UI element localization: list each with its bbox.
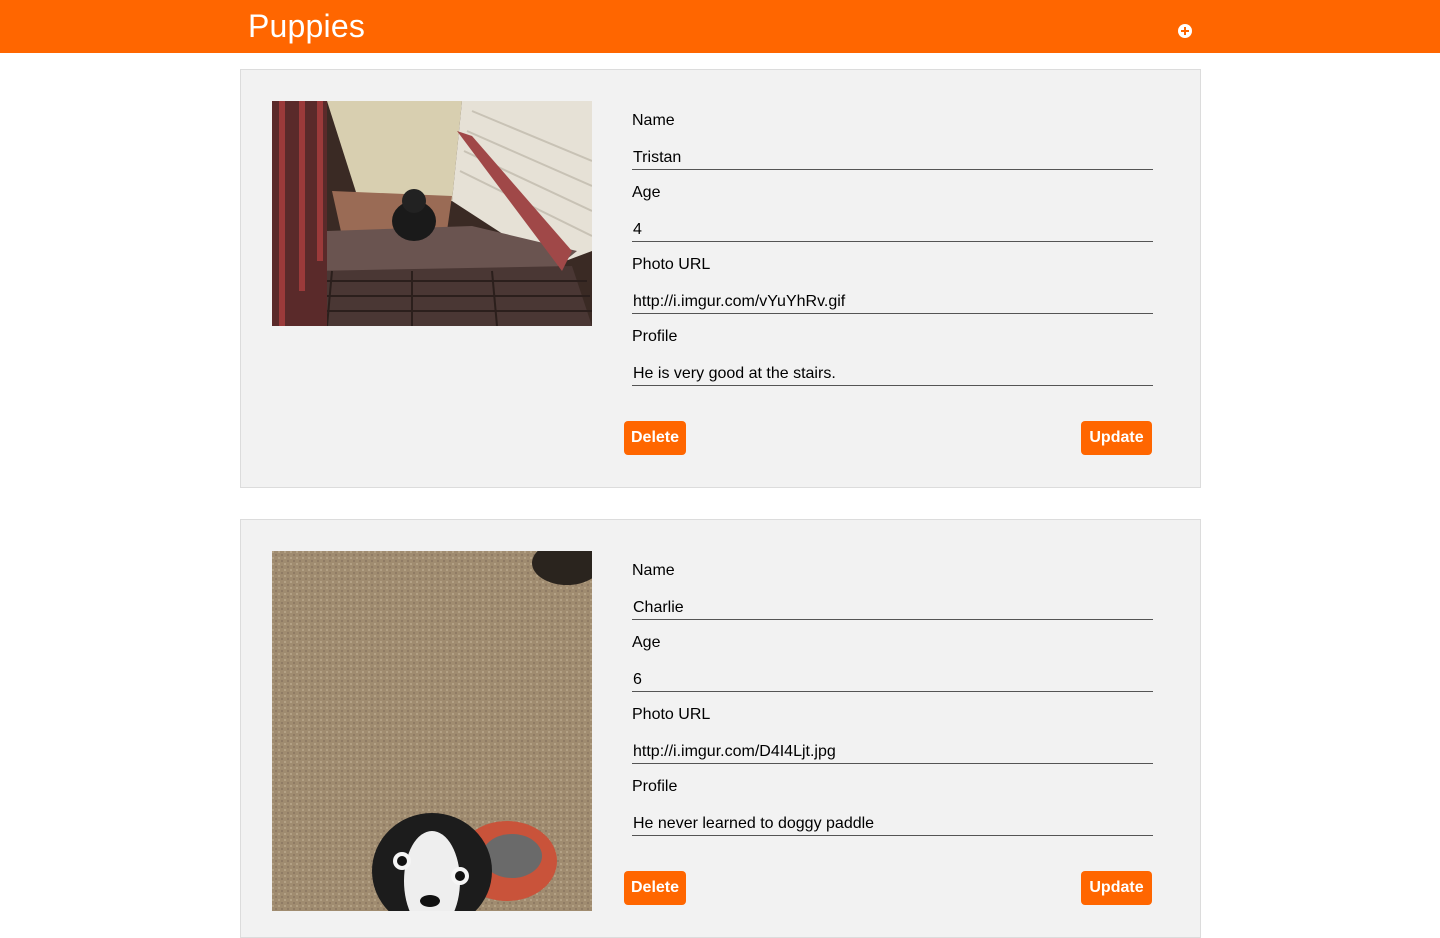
age-label: Age [632,634,661,651]
puppy-card: Name Age Photo URL Profile Delete Update [240,519,1201,938]
puppy-photo-image [272,101,592,326]
photo-url-label: Photo URL [632,256,711,273]
photo-url-field[interactable] [632,740,1153,764]
profile-field[interactable] [632,812,1153,836]
puppy-photo-image [272,551,592,911]
top-bar: Puppies [0,0,1440,53]
app-title: Puppies [248,8,366,44]
puppy-photo [272,101,592,326]
name-label: Name [632,562,675,579]
profile-label: Profile [632,778,678,795]
profile-label: Profile [632,328,678,345]
name-label: Name [632,112,675,129]
delete-button[interactable]: Delete [624,421,686,455]
profile-field[interactable] [632,362,1153,386]
puppy-photo [272,551,592,911]
age-field[interactable] [632,668,1153,692]
name-field[interactable] [632,146,1153,170]
photo-url-label: Photo URL [632,706,711,723]
add-puppy-icon[interactable] [1178,24,1192,38]
update-button[interactable]: Update [1081,421,1152,455]
age-label: Age [632,184,661,201]
photo-url-field[interactable] [632,290,1153,314]
name-field[interactable] [632,596,1153,620]
age-field[interactable] [632,218,1153,242]
puppy-card: Name Age Photo URL Profile Delete Update [240,69,1201,488]
